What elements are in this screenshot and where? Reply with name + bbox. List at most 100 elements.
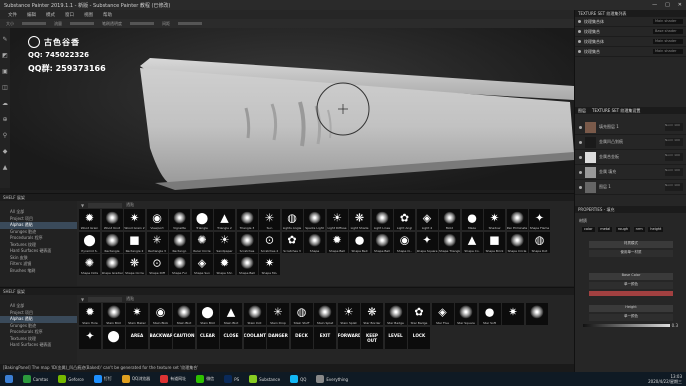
shader-select[interactable]: Main shader — [653, 39, 683, 44]
size-slider[interactable] — [22, 22, 46, 25]
shelf-category-item[interactable]: Brushes 笔刷 — [0, 268, 77, 275]
shelf-thumbnail[interactable]: Shape Fur — [169, 254, 190, 275]
shelf-thumbnail[interactable]: Rectangle — [101, 231, 123, 253]
projection-icon[interactable]: ▣ — [2, 68, 8, 75]
clone-icon[interactable]: ⊕ — [2, 116, 7, 123]
shelf-thumbnail[interactable]: AREA — [126, 326, 148, 349]
shader-select[interactable]: Main shader — [653, 49, 683, 54]
shelf-thumbnail[interactable]: ✳ Sun — [259, 209, 280, 230]
shelf-thumbnail[interactable]: COOLANT — [243, 326, 266, 349]
layer-row[interactable]: 填充图层 1 Norm 100 — [575, 120, 686, 135]
shelf-thumbnail[interactable]: DECK — [290, 326, 313, 349]
shelf-thumbnail[interactable]: Stain Dot — [243, 303, 266, 325]
shelf-thumbnail[interactable]: ■ Rectangle 2 — [124, 231, 145, 253]
shelf-thumbnail[interactable]: EXIT — [314, 326, 336, 349]
layer-row[interactable]: 金属 填充 Norm 100 — [575, 165, 686, 180]
eye-icon[interactable] — [579, 185, 582, 189]
shelf-thumbnail[interactable]: ❋ Star Border — [361, 303, 383, 325]
material-mode-button[interactable]: 材质模式 — [589, 241, 673, 248]
shelf-thumbnail[interactable]: ✦ — [79, 326, 101, 349]
shelf-thumbnail[interactable]: ▲ Triangle 2 — [214, 209, 235, 230]
shelf-thumbnail[interactable]: ✳ Rectangle 3 — [146, 231, 168, 253]
start-button[interactable] — [2, 374, 16, 385]
shelf-thumbnail[interactable]: Shape — [304, 231, 325, 253]
texture-set-row[interactable]: 纹理集合体 Main shader — [575, 37, 686, 47]
shelf-thumbnail[interactable]: Shape Triangle — [439, 231, 460, 253]
smudge-icon[interactable]: ☁ — [2, 100, 8, 107]
shelf-thumbnail[interactable]: ▲ Shape Co. — [461, 231, 483, 253]
taskbar-app[interactable]: Camtas — [20, 374, 51, 385]
shelf-thumbnail[interactable]: ⊙ Shape Diff — [146, 254, 168, 275]
channel-height-chip[interactable]: height — [648, 227, 664, 232]
shelf-thumbnail[interactable]: Triangle 3 — [236, 209, 258, 230]
shelf-thumbnail[interactable]: Wood Knot — [101, 209, 123, 230]
shelf-thumbnail[interactable]: Shape Bell — [236, 254, 258, 275]
shelf-thumbnail[interactable]: Pen Eliminate — [506, 209, 528, 230]
shelf-thumbnail[interactable]: ☀ Light Diffuse — [326, 209, 348, 230]
shelf-thumbnail[interactable]: ✦ Shape Flame — [529, 209, 550, 230]
menu-view[interactable]: 视图 — [84, 12, 93, 18]
minimize-icon[interactable]: — — [652, 2, 657, 8]
shelf-thumbnail[interactable]: ☀ Stain Splat — [337, 303, 360, 325]
texture-set-row[interactable]: 纹理集合 Base shader — [575, 27, 686, 37]
shelf-thumbnail[interactable]: Stain Blot — [173, 303, 195, 325]
shelf-thumbnail[interactable]: ✹ Stain Hole — [79, 303, 101, 325]
layer-row[interactable]: 金属凹凸划痕 Norm 100 — [575, 135, 686, 150]
shelf-thumbnail[interactable]: Shape Gradient — [101, 254, 123, 275]
shelf-thumbnail[interactable]: ✷ Shadow — [484, 209, 505, 230]
taskbar-app[interactable]: 微信 — [193, 374, 217, 385]
height-value[interactable]: 0.3 — [672, 323, 678, 328]
eye-icon[interactable] — [578, 50, 581, 53]
eraser-icon[interactable]: ◩ — [2, 52, 8, 59]
filter-icon[interactable]: ▼ — [81, 203, 84, 208]
shelf-thumbnail[interactable]: LOCK — [408, 326, 430, 349]
shelf-thumbnail[interactable]: ◈ Light 4 — [416, 209, 438, 230]
eye-icon[interactable] — [579, 140, 582, 144]
shelf-thumbnail[interactable]: ✷ — [502, 303, 524, 325]
shelf-thumbnail[interactable]: ● Shape Bell — [349, 231, 370, 253]
filter-input[interactable] — [88, 296, 123, 302]
eye-icon[interactable] — [578, 40, 581, 43]
filter-input[interactable] — [88, 202, 123, 208]
tab-texture-set-settings[interactable]: TEXTURE SET 纹理集设置 — [592, 108, 640, 114]
shelf-thumbnail[interactable]: KEEP OUT — [361, 326, 383, 349]
shelf-thumbnail[interactable]: ⬤ Pyramid S. — [79, 231, 100, 253]
blend-mode-select[interactable]: Norm 100 — [665, 183, 683, 191]
shelf-thumbnail[interactable]: ✹ Shape Bell — [326, 231, 348, 253]
shelf-thumbnail[interactable]: ◍ Stain Stuff — [290, 303, 313, 325]
geometry-mask-icon[interactable]: ◫ — [2, 84, 8, 91]
shader-select[interactable]: Base shader — [653, 29, 683, 34]
height-mode[interactable]: 单一颜色 — [589, 314, 673, 321]
eye-icon[interactable] — [578, 20, 581, 23]
shelf-thumbnail[interactable]: ◍ Shape Dot — [529, 231, 550, 253]
shelf-thumbnail[interactable]: ◉ Stain Blob — [149, 303, 172, 325]
shelf-thumbnail[interactable]: Shape Circle — [506, 231, 528, 253]
color-picker-icon[interactable]: ⚲ — [3, 132, 7, 139]
shelf-thumbnail[interactable]: ✿ Star Badge — [408, 303, 430, 325]
texture-set-row[interactable]: 纹理集合体 Main shader — [575, 17, 686, 27]
shelf-thumbnail[interactable]: Star Square — [455, 303, 477, 325]
shelf-thumbnail[interactable]: ✺ Shape Dots — [79, 254, 100, 275]
shelf-thumbnail[interactable] — [525, 303, 548, 325]
shelf-thumbnail[interactable]: ▲ Stain Blot — [220, 303, 242, 325]
shelf-thumbnail[interactable]: ● Star Soft — [478, 303, 501, 325]
base-color-swatch[interactable] — [589, 291, 673, 296]
shelf-thumbnail[interactable]: Light Lines — [371, 209, 393, 230]
taskbar-app[interactable]: 钉钉 — [91, 374, 115, 385]
filter-icon[interactable]: ▼ — [81, 297, 84, 302]
texture-set-row[interactable]: 纹理集合 Main shader — [575, 47, 686, 57]
shelf-thumbnail[interactable]: ☀ Sandpaper — [214, 231, 235, 253]
shelf-thumbnail[interactable]: ⬤ — [102, 326, 125, 349]
taskbar-app[interactable]: QQ浏览器 — [119, 374, 153, 385]
shelf-thumbnail[interactable]: Shape Bell — [371, 231, 393, 253]
taskbar-app[interactable]: Substance — [246, 374, 283, 385]
shelf-thumbnail[interactable]: CLEAR — [196, 326, 219, 349]
shelf-category-item[interactable]: Hard Surfaces 硬表面 — [0, 342, 77, 349]
taskbar-app[interactable]: 有道网址 — [157, 374, 189, 385]
shelf-thumbnail[interactable]: Star Badge — [384, 303, 407, 325]
taskbar-app[interactable]: QQ — [287, 374, 309, 385]
shelf-thumbnail[interactable]: ◍ Lights Angle — [281, 209, 303, 230]
single-material-button[interactable]: 使用单一材质 — [589, 250, 673, 257]
menu-window[interactable]: 窗口 — [65, 12, 74, 18]
channel-rough-chip[interactable]: rough — [615, 227, 631, 232]
